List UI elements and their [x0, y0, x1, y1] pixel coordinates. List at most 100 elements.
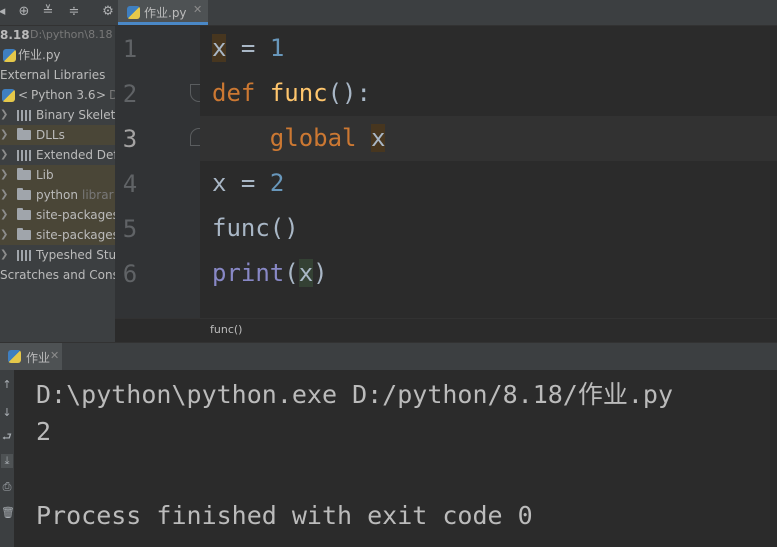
chevron-right-icon[interactable]: ❯	[0, 205, 10, 225]
line-number: 3	[122, 125, 138, 153]
tree-item[interactable]: ❯ site-packages	[0, 225, 115, 245]
tree-item[interactable]: ❯ Extended Def	[0, 145, 115, 165]
chevron-right-icon[interactable]: ❯	[0, 165, 10, 185]
code-editor[interactable]: x = 1 def func(): global x x = 2 func() …	[200, 26, 777, 318]
code-function: func	[269, 79, 328, 107]
code-operator: =	[226, 169, 270, 197]
scroll-to-end-icon[interactable]: ⤓	[1, 454, 13, 468]
chevron-right-icon[interactable]: ❯	[0, 125, 10, 145]
folder-icon	[17, 228, 31, 240]
code-builtin: print	[212, 259, 285, 287]
project-panel: ◂ ⊕ ≚ ≑ ⚙ 8.18 D:\python\8.18 作业.py Exte…	[0, 0, 115, 342]
python-sdk[interactable]: < Python 3.6 > D	[0, 85, 115, 105]
editor-gutter: 1 2 3 4 5 6	[115, 26, 200, 318]
line-number: 2	[122, 80, 138, 108]
chevron-right-icon[interactable]: ❯	[0, 185, 10, 205]
close-icon[interactable]: ✕	[193, 3, 202, 16]
soft-wrap-icon[interactable]: ⮐	[1, 430, 13, 444]
scratches-label: Scratches and Cons	[0, 268, 115, 282]
chevron-right-icon[interactable]: ❯	[0, 225, 10, 245]
python-file-icon	[127, 6, 140, 19]
file-name: 作业.py	[18, 48, 61, 62]
python-file-icon	[3, 49, 16, 62]
expand-all-icon[interactable]: ≚	[40, 4, 56, 20]
scratches-and-consoles[interactable]: Scratches and Cons	[0, 265, 115, 285]
console-line: D:\python\python.exe D:/python/8.18/作业.p…	[36, 380, 673, 409]
code-line: def func():	[212, 71, 777, 116]
line-number: 4	[122, 170, 138, 198]
code-number: 1	[269, 34, 285, 62]
code-line: x = 2	[212, 161, 777, 206]
tree-item[interactable]: ❯ site-packages	[0, 205, 115, 225]
tree-item[interactable]: ❯ Typeshed Stu	[0, 245, 115, 265]
line-number: 5	[122, 215, 138, 243]
breadcrumb: func()	[115, 318, 777, 343]
console-line: Process finished with exit code 0	[36, 501, 533, 530]
python-sdk-icon	[2, 89, 15, 102]
project-toolbar: ◂ ⊕ ≚ ≑ ⚙	[0, 0, 115, 26]
code-line: x = 1	[212, 26, 777, 71]
code-paren: )	[313, 259, 328, 287]
gear-icon[interactable]: ⚙	[100, 4, 115, 20]
project-root-name: 8.18	[0, 28, 30, 42]
tree-item-label: Binary Skeleto	[36, 108, 115, 122]
tree-item[interactable]: ❯ Binary Skeleto	[0, 105, 115, 125]
run-tool-header: 作业 ✕	[0, 342, 777, 371]
collapse-all-icon[interactable]: ≑	[66, 4, 82, 20]
code-line: print(x)	[212, 251, 777, 296]
code-keyword: def	[212, 79, 256, 107]
code-paren: (	[284, 259, 299, 287]
collapse-arrow-icon[interactable]: ◂	[0, 4, 10, 20]
tree-item-label: site-packages	[36, 208, 115, 222]
line-number: 6	[122, 260, 138, 288]
tree-item-label: Lib	[36, 168, 54, 182]
console-line: 2	[36, 417, 52, 446]
tree-item[interactable]: ❯ python librar	[0, 185, 115, 205]
project-root[interactable]: 8.18 D:\python\8.18	[0, 25, 115, 45]
tree-item-label: Extended Def	[36, 148, 115, 162]
code-punct: ():	[327, 79, 371, 107]
editor-tab-strip: 作业.py ✕	[115, 0, 777, 26]
print-icon[interactable]: ⎙	[1, 480, 13, 494]
folder-icon	[17, 168, 31, 180]
tab-file[interactable]: 作业.py ✕	[118, 0, 208, 25]
close-icon[interactable]: ✕	[50, 349, 59, 362]
sdk-prefix: <	[18, 88, 29, 102]
folder-icon	[17, 208, 31, 220]
tree-item-label: python	[36, 188, 78, 202]
arrow-up-icon[interactable]: ↑	[1, 378, 13, 392]
trash-icon[interactable]: 🗑	[1, 506, 15, 520]
tree-item-label: DLLs	[36, 128, 65, 142]
code-var: x	[370, 124, 386, 152]
chevron-right-icon[interactable]: ❯	[0, 145, 10, 165]
chevron-right-icon[interactable]: ❯	[0, 245, 10, 265]
locate-target-icon[interactable]: ⊕	[16, 4, 32, 20]
chevron-right-icon[interactable]: ❯	[0, 105, 10, 125]
run-tab[interactable]: 作业 ✕	[0, 343, 62, 371]
external-libraries[interactable]: External Libraries	[0, 65, 115, 85]
library-icon	[17, 150, 31, 161]
tree-file[interactable]: 作业.py	[0, 45, 115, 65]
arrow-down-icon[interactable]: ↓	[1, 406, 13, 420]
line-number: 1	[122, 35, 138, 63]
library-icon	[17, 110, 31, 121]
code-line-current: global x	[200, 116, 777, 161]
external-libraries-label: External Libraries	[0, 68, 106, 82]
folder-icon	[17, 188, 31, 200]
code-call: func()	[212, 214, 299, 242]
tab-label: 作业.py	[144, 6, 187, 20]
breadcrumb-item[interactable]: func()	[210, 323, 242, 336]
run-console[interactable]: D:\python\python.exe D:/python/8.18/作业.p…	[14, 370, 777, 547]
tree-item-label: site-packages	[36, 228, 115, 242]
run-tab-label: 作业	[26, 351, 51, 365]
python-run-icon	[8, 350, 21, 363]
tree-item[interactable]: ❯ DLLs	[0, 125, 115, 145]
project-tree: 8.18 D:\python\8.18 作业.py External Libra…	[0, 25, 115, 285]
code-number: 2	[269, 169, 285, 197]
tree-item-label: Typeshed Stu	[36, 248, 115, 262]
tree-item[interactable]: ❯ Lib	[0, 165, 115, 185]
project-root-path: D:\python\8.18	[30, 28, 113, 41]
code-var: x	[212, 169, 227, 197]
code-line: func()	[212, 206, 777, 251]
